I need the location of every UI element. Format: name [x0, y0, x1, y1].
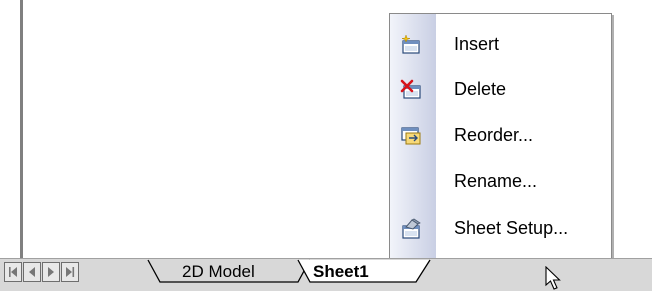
delete-sheet-icon	[400, 79, 422, 101]
canvas-left-border	[20, 0, 23, 260]
sheet-setup-icon	[400, 218, 422, 240]
tab-bar-divider	[0, 258, 652, 259]
first-sheet-button[interactable]	[4, 262, 22, 282]
menu-item-reorder[interactable]: Reorder...	[390, 114, 611, 159]
menu-label: Sheet Setup...	[454, 218, 569, 238]
menu-label: Delete	[454, 79, 507, 99]
menu-label: Insert	[454, 34, 500, 54]
tab-2d-model[interactable]: 2D Model	[147, 259, 318, 283]
tab-label: 2D Model	[182, 262, 255, 281]
next-sheet-button[interactable]	[42, 262, 60, 282]
insert-sheet-icon	[400, 34, 422, 56]
menu-label: Rename...	[454, 171, 538, 191]
reorder-sheet-icon	[400, 125, 422, 147]
mouse-cursor-icon	[545, 266, 561, 290]
sheet-context-menu: Insert Delete Reorder... Rename... Sheet…	[389, 13, 612, 259]
menu-item-insert[interactable]: Insert	[390, 23, 611, 68]
previous-sheet-icon	[29, 267, 35, 277]
tab-sheet1[interactable]: Sheet1	[297, 259, 438, 283]
last-sheet-icon	[66, 267, 75, 277]
next-sheet-icon	[48, 267, 54, 277]
previous-sheet-button[interactable]	[23, 262, 41, 282]
last-sheet-button[interactable]	[61, 262, 79, 282]
tab-label: Sheet1	[313, 262, 369, 281]
menu-item-delete[interactable]: Delete	[390, 68, 611, 113]
menu-item-rename[interactable]: Rename...	[390, 160, 611, 205]
first-sheet-icon	[9, 267, 17, 277]
menu-label: Reorder...	[454, 125, 534, 145]
menu-item-sheet-setup[interactable]: Sheet Setup...	[390, 207, 611, 252]
